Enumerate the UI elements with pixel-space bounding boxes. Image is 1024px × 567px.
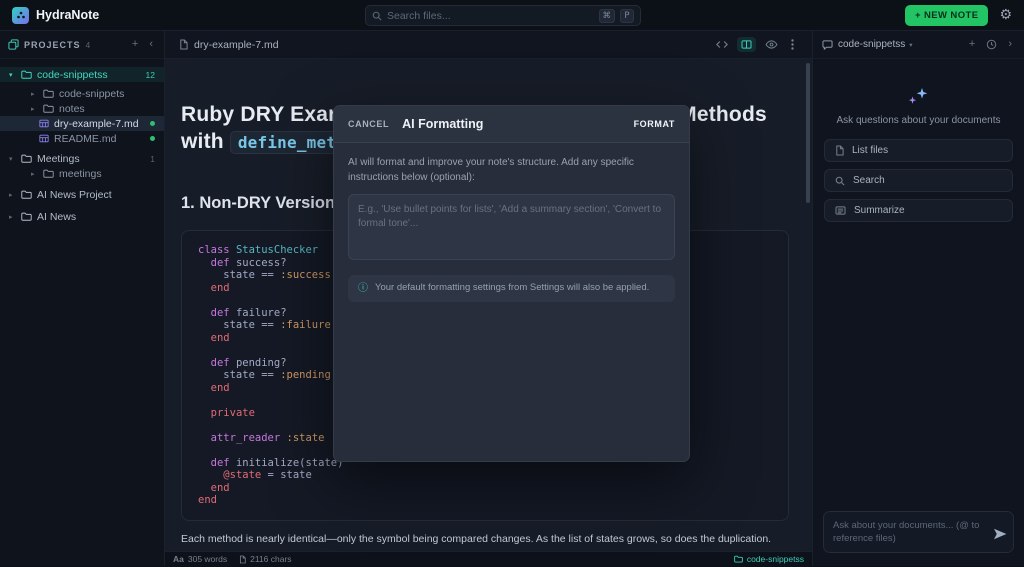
chevron-down-icon: ▾	[9, 154, 13, 163]
chat-input-container	[813, 501, 1024, 566]
typography-icon: Aa	[173, 554, 184, 564]
body-paragraph: Each method is nearly identical—only the…	[181, 532, 772, 545]
tree-item-code-snippetss[interactable]: ▾ code-snippetss 12	[0, 67, 164, 82]
app-title: HydraNote	[36, 8, 100, 22]
tree-item-notes[interactable]: ▸ notes	[0, 101, 164, 116]
projects-count: 4	[85, 39, 91, 50]
sparkles-icon	[907, 87, 931, 106]
chat-input[interactable]	[823, 511, 1014, 553]
note-count-badge: 12	[145, 69, 155, 80]
ai-formatting-modal: CANCEL AI Formatting FORMAT AI will form…	[333, 105, 690, 462]
chevron-down-icon: ▾	[9, 70, 13, 79]
tree-item-code-snippets[interactable]: ▸ code-snippets	[0, 86, 164, 101]
word-count: 305 words	[187, 554, 228, 564]
document-icon	[239, 555, 246, 564]
projects-sidebar: PROJECTS 4 + ‹ ▾ code-snippetss 12 ▸ cod…	[0, 31, 165, 566]
folder-icon	[21, 212, 32, 221]
split-view-icon[interactable]	[737, 37, 756, 52]
folder-icon	[21, 154, 32, 163]
char-count: 2116 chars	[250, 554, 292, 564]
note-count-badge: 1	[150, 153, 155, 164]
info-icon: ⓘ	[358, 283, 368, 294]
modal-body: AI will format and improve your note's s…	[334, 143, 689, 315]
markdown-file-icon	[39, 134, 49, 143]
file-status-dot	[150, 121, 155, 126]
new-note-button[interactable]: + NEW NOTE	[905, 4, 989, 26]
cancel-button[interactable]: CANCEL	[348, 119, 389, 129]
folder-icon	[43, 89, 54, 98]
folder-icon	[21, 70, 32, 79]
send-icon[interactable]	[993, 528, 1007, 540]
open-file-tab[interactable]: dry-example-7.md	[194, 39, 279, 51]
chevron-down-icon: ▾	[909, 40, 913, 49]
folder-icon	[734, 555, 743, 563]
project-tree: ▾ code-snippetss 12 ▸ code-snippets ▸ no…	[0, 59, 164, 224]
editor-view-controls	[712, 36, 798, 53]
assistant-body: Ask questions about your documents List …	[813, 59, 1024, 501]
topbar-actions: + NEW NOTE ⚙	[905, 4, 1012, 26]
assistant-project-selector[interactable]: code-snippetss ▾	[838, 39, 913, 50]
search-input[interactable]	[387, 9, 594, 22]
modal-description: AI will format and improve your note's s…	[348, 157, 634, 183]
brand: HydraNote	[12, 6, 100, 24]
chevron-right-icon: ▸	[9, 190, 13, 199]
assistant-header: code-snippetss ▾ + ›	[813, 31, 1024, 59]
global-search[interactable]: ⌘ P	[365, 5, 641, 26]
projects-stack-icon	[8, 39, 19, 50]
collapse-sidebar-icon[interactable]: ‹	[146, 37, 156, 52]
code-view-icon[interactable]	[712, 37, 732, 52]
folder-icon	[43, 104, 54, 113]
scrollbar-thumb[interactable]	[806, 63, 810, 203]
chevron-right-icon: ▸	[31, 89, 35, 98]
projects-header: PROJECTS 4 + ‹	[0, 31, 164, 59]
tree-item-ai-news-project[interactable]: ▸ AI News Project	[0, 187, 164, 202]
search-icon	[372, 11, 382, 21]
settings-note: ⓘ Your default formatting settings from …	[348, 275, 675, 302]
preview-eye-icon[interactable]	[761, 37, 782, 52]
tree-item-ai-news[interactable]: ▸ AI News	[0, 209, 164, 224]
summarize-button[interactable]: Summarize	[824, 199, 1013, 222]
search-action-button[interactable]: Search	[824, 169, 1013, 192]
status-bar: Aa 305 words 2116 chars code-snippetss	[165, 551, 812, 566]
chevron-right-icon: ▸	[9, 212, 13, 221]
modal-header: CANCEL AI Formatting FORMAT	[334, 106, 689, 143]
assistant-panel: code-snippetss ▾ + › Ask questions about…	[812, 31, 1024, 566]
chevron-right-icon: ▸	[31, 169, 35, 178]
folder-icon	[43, 169, 54, 178]
topbar: HydraNote ⌘ P + NEW NOTE ⚙	[0, 0, 1024, 31]
code-line: end	[198, 494, 217, 506]
app-window: HydraNote ⌘ P + NEW NOTE ⚙ PROJECTS 4	[0, 0, 1024, 566]
new-chat-button[interactable]: +	[966, 37, 978, 52]
format-button[interactable]: FORMAT	[634, 119, 675, 129]
file-icon	[179, 39, 188, 50]
code-line: @state = state	[223, 469, 312, 481]
tree-item-meetings-project[interactable]: ▾ Meetings 1	[0, 151, 164, 166]
add-project-button[interactable]: +	[129, 37, 141, 52]
tree-item-readme-file[interactable]: README.md	[0, 131, 164, 146]
chat-history-icon[interactable]	[983, 37, 1000, 52]
status-project-badge[interactable]: code-snippetss	[734, 554, 804, 564]
settings-gear-icon[interactable]: ⚙	[999, 8, 1012, 22]
chat-bubble-icon	[822, 39, 833, 50]
projects-title: PROJECTS	[24, 39, 81, 50]
char-count-item: 2116 chars	[239, 554, 292, 564]
p-key-badge: P	[620, 8, 634, 23]
chevron-right-icon: ▸	[31, 104, 35, 113]
folder-icon	[21, 190, 32, 199]
expand-panel-icon[interactable]: ›	[1005, 37, 1015, 52]
assistant-tagline: Ask questions about your documents	[836, 115, 1001, 126]
file-status-dot	[150, 136, 155, 141]
modal-title: AI Formatting	[402, 117, 484, 131]
tree-item-meetings-folder[interactable]: ▸ meetings	[0, 166, 164, 181]
word-count-item: Aa 305 words	[173, 554, 227, 564]
code-line: end	[210, 481, 230, 494]
editor-tabbar: dry-example-7.md	[165, 31, 812, 59]
markdown-file-icon	[39, 119, 49, 128]
tree-item-dry-example-file[interactable]: dry-example-7.md	[0, 116, 164, 131]
list-files-button[interactable]: List files	[824, 139, 1013, 162]
instructions-textarea[interactable]	[348, 194, 675, 260]
cmd-key-badge: ⌘	[598, 8, 615, 23]
app-logo-icon	[12, 6, 29, 24]
more-options-icon[interactable]	[787, 36, 798, 53]
